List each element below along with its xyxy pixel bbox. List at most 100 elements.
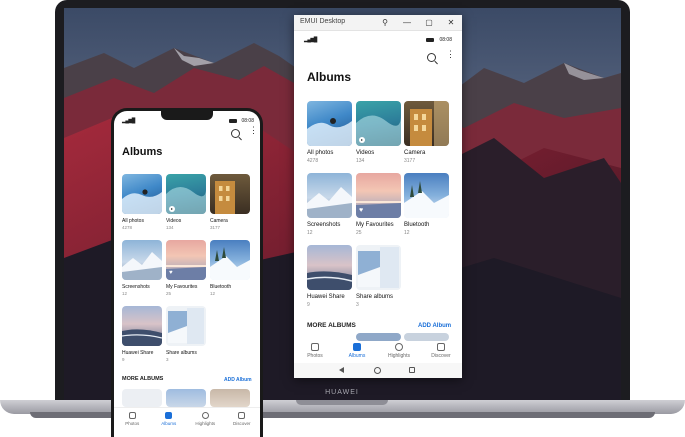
album-name: Huawei Share xyxy=(122,350,154,356)
album-count: 25 xyxy=(166,291,172,296)
nav-highlights[interactable]: Highlights xyxy=(378,341,420,363)
discover-icon xyxy=(437,343,445,351)
pin-icon[interactable]: ⚲ xyxy=(378,16,392,29)
nav-label: Photos xyxy=(125,421,140,426)
search-icon[interactable] xyxy=(427,53,436,62)
battery-icon xyxy=(426,38,434,42)
search-icon[interactable] xyxy=(231,129,240,138)
album-count: 134 xyxy=(356,158,365,164)
album-name: My Favourites xyxy=(356,222,394,228)
album-thumb-bluetooth[interactable] xyxy=(404,173,449,218)
album-thumb-more-3[interactable] xyxy=(210,389,250,407)
more-albums-heading: MORE ALBUMS xyxy=(122,376,164,382)
album-name: Share albums xyxy=(166,350,197,356)
recent-apps-icon[interactable] xyxy=(409,367,415,373)
snowy-peak-photo xyxy=(307,187,352,218)
nav-albums[interactable]: Albums xyxy=(151,408,188,437)
album-count: 25 xyxy=(356,230,362,236)
minimize-button[interactable]: — xyxy=(400,16,414,29)
play-icon xyxy=(169,206,175,212)
album-thumb-my-favourites[interactable]: ♥ xyxy=(356,173,401,218)
nav-label: Highlights xyxy=(195,421,216,426)
status-time: 08:08 xyxy=(241,118,254,124)
album-count: 12 xyxy=(122,291,128,296)
album-thumb-videos[interactable] xyxy=(166,174,206,214)
page-title: Albums xyxy=(307,70,352,84)
photo-icon xyxy=(311,343,319,351)
album-thumb-camera[interactable] xyxy=(210,174,250,214)
album-thumb-camera[interactable] xyxy=(404,101,449,146)
album-name: Bluetooth xyxy=(404,222,430,228)
building-photo xyxy=(410,101,449,146)
surf-photo xyxy=(122,189,162,214)
album-count: 9 xyxy=(307,302,310,308)
album-thumb-huawei-share[interactable] xyxy=(122,306,162,346)
favourite-heart-icon: ♥ xyxy=(359,207,364,214)
more-options-icon[interactable]: ⋮ xyxy=(446,50,455,59)
snow-slope-photo xyxy=(404,181,449,218)
album-count: 3177 xyxy=(210,225,221,230)
page-title: Albums xyxy=(122,146,163,158)
phone-screen: ▂▄▆█ 08:08 ⋮ Albums All photos 4278 Vide… xyxy=(114,111,260,437)
album-name: Videos xyxy=(356,150,375,156)
highlights-icon xyxy=(201,412,209,419)
nav-label: Highlights xyxy=(388,353,410,359)
album-thumb-my-favourites[interactable]: ♥ xyxy=(166,240,206,280)
window-titlebar[interactable]: EMUI Desktop ⚲ — ▢ ✕ xyxy=(294,15,462,31)
album-name: Camera xyxy=(404,150,426,156)
status-bar: ▂▄▆█ 08:08 xyxy=(304,35,452,45)
album-name: Videos xyxy=(166,218,182,224)
album-thumb-all-photos[interactable] xyxy=(122,174,162,214)
maximize-button[interactable]: ▢ xyxy=(422,16,436,29)
add-album-button[interactable]: ADD Album xyxy=(418,323,451,329)
album-thumb-screenshots[interactable] xyxy=(307,173,352,218)
albums-icon xyxy=(165,412,173,419)
close-button[interactable]: ✕ xyxy=(444,16,458,29)
building-photo xyxy=(215,181,235,214)
album-thumb-screenshots[interactable] xyxy=(122,240,162,280)
album-thumb-bluetooth[interactable] xyxy=(210,240,250,280)
status-time: 08:08 xyxy=(439,37,452,43)
snow-slope-photo xyxy=(210,247,250,280)
album-count: 9 xyxy=(122,357,125,362)
album-thumb-more-1[interactable] xyxy=(356,333,401,341)
play-icon xyxy=(359,137,365,143)
nav-highlights[interactable]: Highlights xyxy=(187,408,224,437)
nav-label: Albums xyxy=(161,421,177,426)
battery-icon xyxy=(229,119,237,123)
home-icon[interactable] xyxy=(374,367,381,374)
bottom-nav: Photos Albums Highlights Discover xyxy=(114,407,260,437)
album-name: All photos xyxy=(122,218,144,224)
more-options-icon[interactable]: ⋮ xyxy=(249,126,258,135)
back-icon[interactable] xyxy=(339,367,344,373)
album-thumb-videos[interactable] xyxy=(356,101,401,146)
nav-discover[interactable]: Discover xyxy=(224,408,261,437)
album-thumb-more-2[interactable] xyxy=(166,389,206,407)
album-name: Huawei Share xyxy=(307,294,345,300)
album-count: 4278 xyxy=(307,158,319,164)
signal-icon: ▂▄▆█ xyxy=(304,37,317,43)
album-name: All photos xyxy=(307,150,334,156)
add-album-button[interactable]: ADD Album xyxy=(224,377,252,383)
album-thumb-share-albums[interactable] xyxy=(166,306,206,346)
discover-icon xyxy=(238,412,246,419)
album-thumb-more-1[interactable] xyxy=(122,389,162,407)
nav-label: Albums xyxy=(348,353,366,359)
highlights-icon xyxy=(395,343,403,351)
album-name: Share albums xyxy=(356,294,394,300)
photo-icon xyxy=(128,412,136,419)
album-thumb-share-albums[interactable] xyxy=(356,245,401,290)
nav-albums[interactable]: Albums xyxy=(336,341,378,363)
status-bar: ▂▄▆█ 08:08 xyxy=(122,116,254,126)
signal-icon: ▂▄▆█ xyxy=(122,118,135,124)
beach-photo xyxy=(122,329,162,346)
album-thumb-all-photos[interactable] xyxy=(307,101,352,146)
emui-desktop-window[interactable]: EMUI Desktop ⚲ — ▢ ✕ ▂▄▆█ 08:08 ⋮ Albums… xyxy=(294,15,462,378)
album-thumb-huawei-share[interactable] xyxy=(307,245,352,290)
album-count: 134 xyxy=(166,225,174,230)
nav-photos[interactable]: Photos xyxy=(114,408,151,437)
album-thumb-more-2[interactable] xyxy=(404,333,449,341)
bottom-nav: Photos Albums Highlights Discover xyxy=(294,341,462,363)
nav-photos[interactable]: Photos xyxy=(294,341,336,363)
nav-discover[interactable]: Discover xyxy=(420,341,462,363)
